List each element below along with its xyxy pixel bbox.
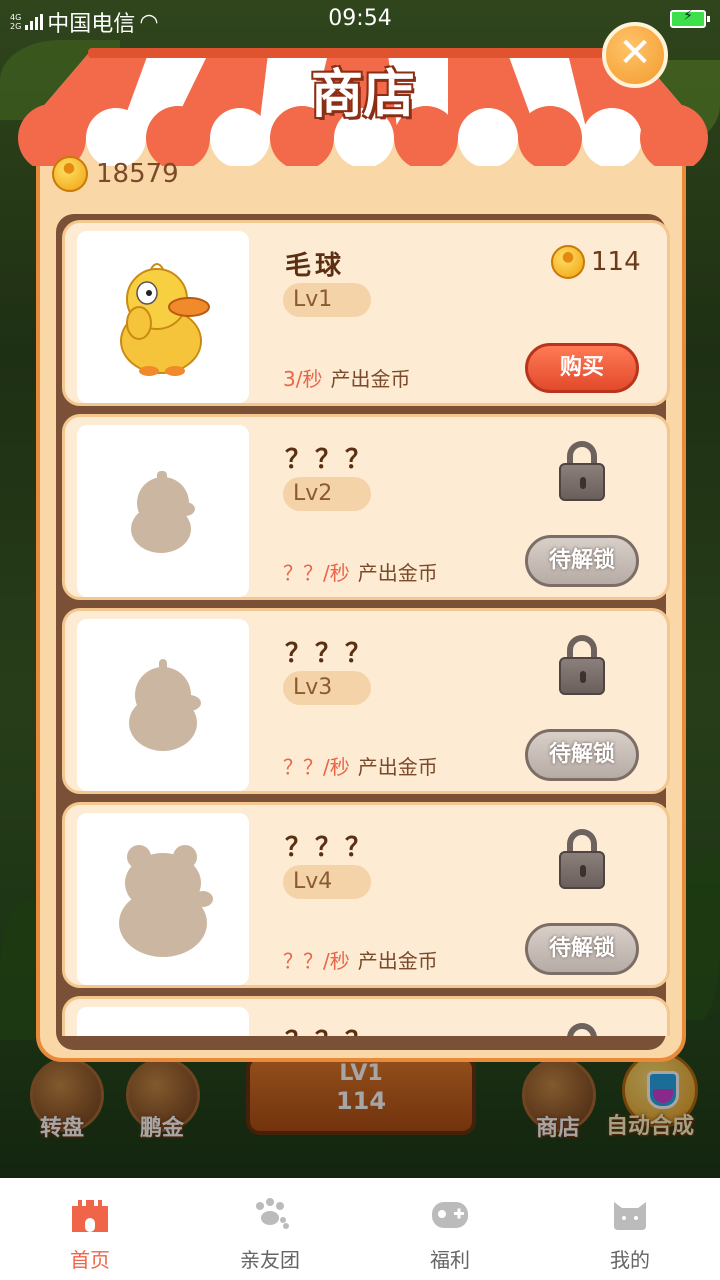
item-name: ？？？ <box>285 639 376 669</box>
duck-icon <box>120 263 210 376</box>
item-thumbnail <box>77 425 249 597</box>
coin-icon <box>52 156 88 192</box>
tab-home[interactable]: 首页 <box>0 1178 180 1280</box>
locked-silhouette-icon <box>129 659 201 751</box>
item-level: Lv1 <box>283 283 371 317</box>
coin-balance: 18579 <box>52 156 179 192</box>
shop-item-card: ？？？ <box>62 996 670 1036</box>
item-thumbnail <box>77 231 249 403</box>
shop-list-frame: 毛球 Lv1 3/秒产出金币 114 购买 <box>56 214 670 1050</box>
item-level: Lv4 <box>283 865 371 899</box>
locked-silhouette-icon <box>131 471 195 553</box>
coin-icon <box>551 245 585 279</box>
item-name: 毛球 <box>285 251 346 281</box>
rate-desc: 产出金币 <box>357 755 438 779</box>
bottom-tab-bar: 首页 亲友团 福利 我的 <box>0 1178 720 1280</box>
battery-icon: ⚡ <box>670 8 710 28</box>
lock-icon <box>559 441 605 501</box>
tab-label: 首页 <box>70 1248 110 1272</box>
lock-icon <box>559 635 605 695</box>
rate-value: ？？/秒 <box>283 561 350 585</box>
item-thumbnail <box>77 619 249 791</box>
unlock-pending-button[interactable]: 待解锁 <box>525 729 639 781</box>
unlock-pending-button[interactable]: 待解锁 <box>525 923 639 975</box>
item-name: ？？？ <box>285 1021 375 1036</box>
shop-title: 商店 <box>310 65 415 125</box>
lock-icon <box>559 829 605 889</box>
status-time: 09:54 <box>328 6 392 31</box>
item-rate: ？？/秒 产出金币 <box>283 557 438 586</box>
rate-desc: 产出金币 <box>330 367 411 391</box>
item-level: Lv3 <box>283 671 371 705</box>
item-thumbnail <box>77 1007 249 1036</box>
shop-item-card: 毛球 Lv1 3/秒产出金币 114 购买 <box>62 220 670 406</box>
rate-desc: 产出金币 <box>357 561 438 585</box>
item-name: ？？？ <box>285 833 376 863</box>
tab-label: 福利 <box>430 1248 470 1272</box>
tab-label: 我的 <box>610 1248 650 1272</box>
tab-label: 亲友团 <box>240 1248 300 1272</box>
item-rate: 3/秒 产出金币 <box>283 363 410 392</box>
shop-panel: 毛球 Lv1 3/秒产出金币 114 购买 <box>36 100 686 1062</box>
item-rate: ？？/秒 产出金币 <box>283 751 438 780</box>
tab-welfare[interactable]: 福利 <box>360 1178 540 1280</box>
tab-mine[interactable]: 我的 <box>540 1178 720 1280</box>
shop-item-card: ？？？ Lv3 ？？/秒 产出金币 待解锁 <box>62 608 670 794</box>
cat-face-icon <box>614 1202 646 1230</box>
item-thumbnail <box>77 813 249 985</box>
paw-icon <box>256 1198 289 1229</box>
price-value: 114 <box>591 247 641 277</box>
lock-icon <box>559 1023 605 1036</box>
shop-item-list[interactable]: 毛球 Lv1 3/秒产出金币 114 购买 <box>62 220 674 1036</box>
shop-item-card: ？？？ Lv4 ？？/秒 产出金币 待解锁 <box>62 802 670 988</box>
coin-balance-value: 18579 <box>96 159 179 189</box>
rate-value: ？？/秒 <box>283 755 350 779</box>
tab-friends[interactable]: 亲友团 <box>180 1178 360 1280</box>
item-name: ？？？ <box>285 445 376 475</box>
locked-silhouette-icon <box>119 845 213 957</box>
item-price: 114 <box>551 245 641 279</box>
castle-icon <box>72 1200 108 1232</box>
status-bar: 4G 2G 中国电信 ◠ 09:54 ⚡ <box>0 0 720 40</box>
rate-value: ？？/秒 <box>283 949 350 973</box>
rate-value: 3/秒 <box>283 367 323 391</box>
gamepad-icon <box>432 1202 468 1228</box>
unlock-pending-button[interactable]: 待解锁 <box>525 535 639 587</box>
item-level: Lv2 <box>283 477 371 511</box>
rate-desc: 产出金币 <box>357 949 438 973</box>
shop-item-card: ？？？ Lv2 ？？/秒 产出金币 待解锁 <box>62 414 670 600</box>
item-rate: ？？/秒 产出金币 <box>283 945 438 974</box>
buy-button[interactable]: 购买 <box>525 343 639 393</box>
